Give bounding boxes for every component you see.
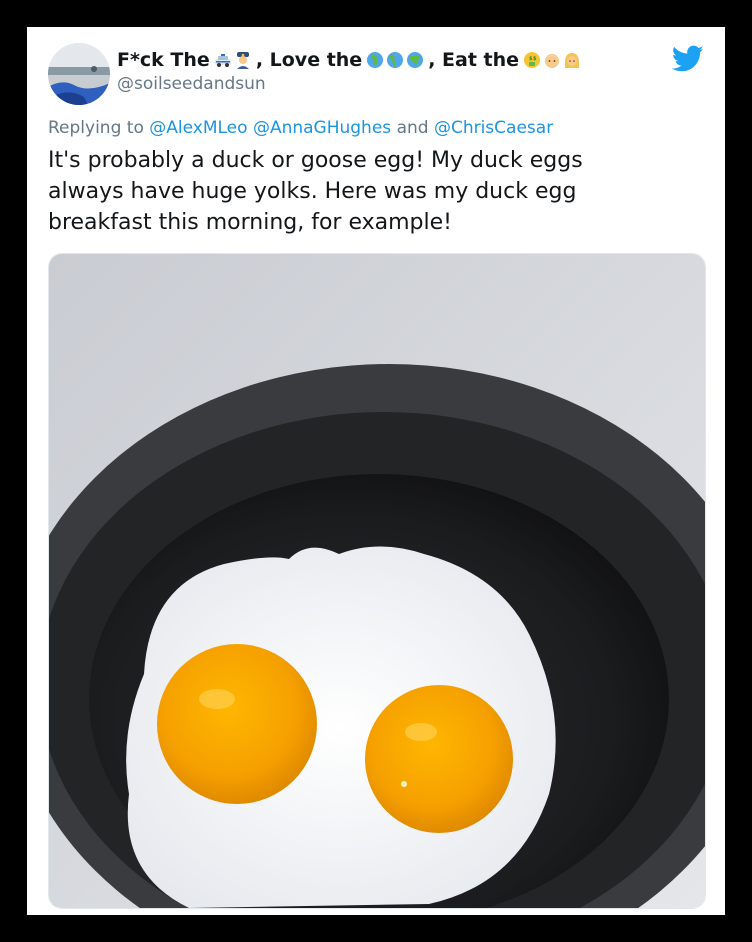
- globe-asia-emoji-icon: [406, 51, 424, 69]
- tweet-text-line-3: breakfast this morning, for example!: [48, 210, 452, 235]
- person-blond-emoji-icon: [563, 51, 581, 69]
- tweet-card: F*ck The , Love the , Eat the $ $ @soils…: [27, 27, 725, 915]
- globe-africa-emoji-icon: [366, 51, 384, 69]
- tweet-text-line-2: always have huge yolks. Here was my duck…: [48, 179, 577, 204]
- tweet-header: F*ck The , Love the , Eat the $ $ @soils…: [27, 27, 725, 117]
- tweet-photo[interactable]: [48, 253, 706, 909]
- photo-fried-duck-eggs-in-pan-icon: [49, 254, 705, 908]
- beach-landscape-avatar-icon: [48, 43, 110, 105]
- reply-prefix: Replying to: [48, 118, 144, 138]
- svg-text:$: $: [533, 56, 537, 62]
- reply-context: Replying to @AlexMLeo @AnnaGHughes and @…: [48, 118, 553, 138]
- avatar[interactable]: [48, 43, 110, 105]
- tweet-text-line-1: It's probably a duck or goose egg! My du…: [48, 148, 583, 173]
- display-name-part-3: , Eat the: [428, 49, 520, 71]
- display-name-part-1: F*ck The: [117, 49, 210, 71]
- tweet-text: It's probably a duck or goose egg! My du…: [48, 145, 698, 238]
- mention-chriscaesar[interactable]: @ChrisCaesar: [434, 118, 553, 138]
- mention-annaghughes[interactable]: @AnnaGHughes: [253, 118, 391, 138]
- mention-alexmleo[interactable]: @AlexMLeo: [149, 118, 247, 138]
- older-person-emoji-icon: [543, 51, 561, 69]
- emoji-group-2: [366, 51, 424, 69]
- display-name-part-2: , Love the: [255, 49, 363, 71]
- emoji-group-1: [214, 51, 252, 69]
- money-mouth-face-emoji-icon: $ $: [523, 51, 541, 69]
- reply-connector: and: [396, 118, 429, 138]
- display-name[interactable]: F*ck The , Love the , Eat the $ $: [117, 45, 581, 75]
- police-car-emoji-icon: [214, 51, 232, 69]
- globe-americas-emoji-icon: [386, 51, 404, 69]
- emoji-group-3: $ $: [523, 51, 581, 69]
- user-handle[interactable]: @soilseedandsun: [117, 74, 266, 94]
- police-officer-emoji-icon: [234, 51, 252, 69]
- twitter-bird-icon[interactable]: [671, 45, 704, 73]
